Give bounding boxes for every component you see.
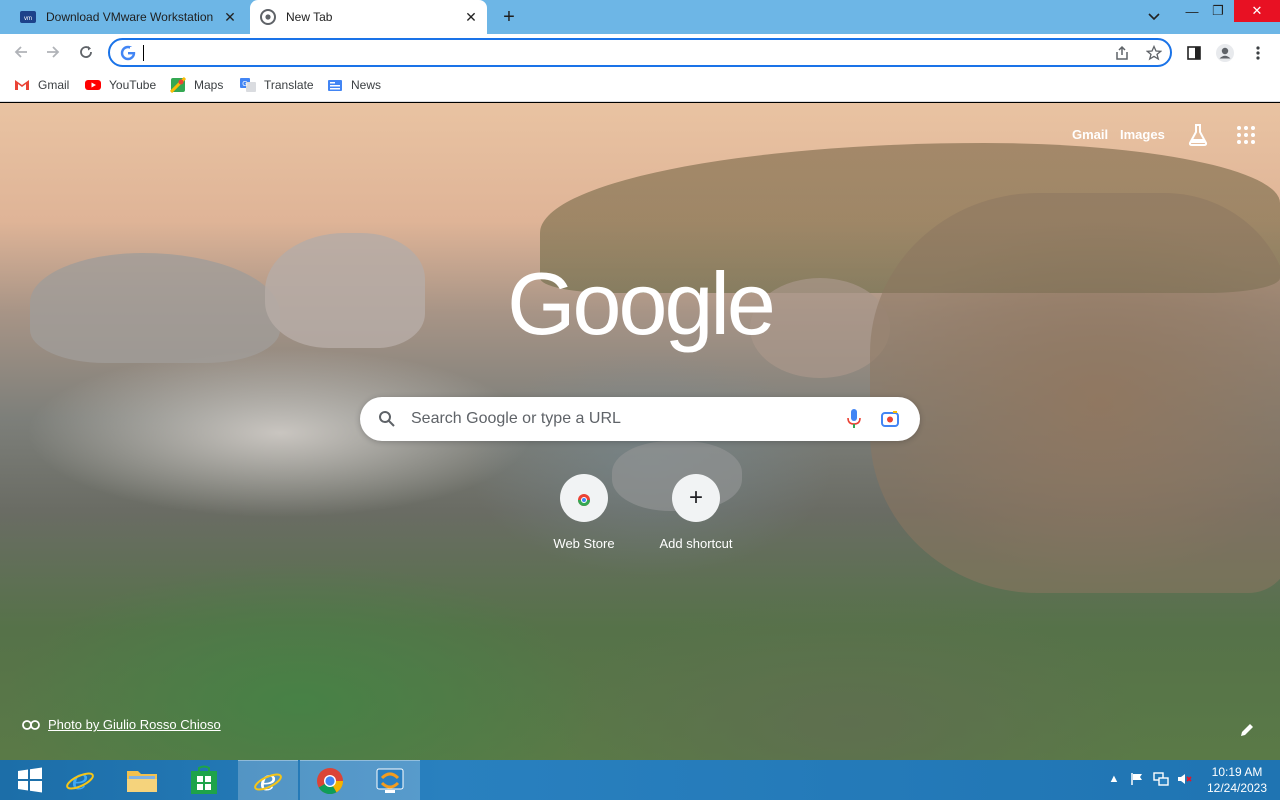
new-tab-button[interactable]: + — [498, 6, 520, 28]
show-hidden-icons-icon[interactable]: ▲ — [1105, 770, 1123, 788]
clock-time: 10:19 AM — [1211, 765, 1263, 779]
images-link[interactable]: Images — [1120, 127, 1165, 142]
customize-pencil-icon[interactable] — [1238, 721, 1256, 739]
tab-title: New Tab — [286, 10, 333, 24]
bookmark-news[interactable]: News — [327, 76, 381, 94]
google-logo: Google — [507, 254, 776, 353]
tab-new-tab[interactable]: New Tab ✕ — [250, 0, 487, 34]
close-window-button[interactable]: ✕ — [1234, 0, 1280, 22]
clock-date: 12/24/2023 — [1206, 781, 1268, 795]
file-explorer-icon[interactable] — [112, 760, 172, 800]
shortcut-label: Web Store — [553, 536, 615, 551]
labs-flask-icon[interactable] — [1186, 123, 1210, 147]
store-icon[interactable] — [174, 760, 234, 800]
omnibox-input[interactable] — [150, 43, 1050, 63]
search-placeholder: Search Google or type a URL — [411, 410, 621, 427]
share-icon[interactable] — [1112, 43, 1132, 63]
bookmark-label: Translate — [264, 78, 314, 92]
shortcut-web-store[interactable]: Web Store — [528, 474, 640, 551]
maps-icon — [170, 77, 186, 93]
svg-text:G: G — [242, 81, 247, 88]
plus-icon: + — [672, 474, 720, 522]
translate-icon: G — [240, 78, 256, 92]
vmware-favicon-icon: vm — [20, 11, 36, 23]
bookmark-label: News — [351, 78, 382, 92]
network-icon[interactable] — [1152, 770, 1170, 788]
gmail-icon — [15, 80, 29, 90]
news-icon — [328, 80, 342, 91]
text-caret — [143, 45, 144, 61]
windows-taskbar: e e ▲ — [0, 760, 1280, 800]
link-icon — [22, 719, 40, 730]
taskbar-clock[interactable]: 10:19 AM 12/24/2023 — [1204, 764, 1270, 796]
bookmark-label: YouTube — [109, 78, 157, 92]
ntp-search-box[interactable]: Search Google or type a URL — [360, 397, 920, 441]
shortcut-label: Add shortcut — [659, 536, 733, 551]
address-bar[interactable] — [108, 38, 1172, 67]
google-apps-icon[interactable] — [1236, 125, 1256, 145]
background-rock — [870, 193, 1280, 593]
internet-explorer-taskbar-icon[interactable]: e — [238, 760, 298, 800]
tab-vmware-download[interactable]: vm Download VMware Workstation ✕ — [10, 0, 246, 34]
background-rock — [265, 233, 425, 348]
google-g-icon — [120, 45, 136, 61]
action-center-flag-icon[interactable] — [1128, 770, 1146, 788]
svg-text:vm: vm — [24, 16, 32, 22]
chrome-web-store-icon — [560, 474, 608, 522]
bookmark-translate[interactable]: G Translate — [240, 76, 314, 94]
side-panel-icon[interactable] — [1184, 43, 1204, 63]
star-icon[interactable] — [1144, 43, 1164, 63]
profile-icon[interactable] — [1215, 43, 1235, 63]
youtube-icon — [85, 80, 101, 90]
bookmark-youtube[interactable]: YouTube — [85, 76, 156, 94]
restore-button[interactable]: ❐ — [1198, 0, 1238, 22]
tab-search-icon[interactable] — [1144, 8, 1164, 26]
gmail-link[interactable]: Gmail — [1072, 127, 1108, 142]
reload-icon[interactable] — [75, 41, 97, 63]
photo-credit-link[interactable]: Photo by Giulio Rosso Chioso — [22, 717, 221, 732]
tab-close-icon[interactable]: ✕ — [220, 7, 240, 27]
svg-text:e: e — [260, 766, 277, 796]
new-tab-page-background: Gmail Images Google Search Google or typ… — [0, 103, 1280, 760]
background-rock — [30, 253, 280, 363]
bookmark-maps[interactable]: Maps — [170, 76, 223, 94]
svg-text:e: e — [72, 765, 89, 795]
voice-search-icon[interactable] — [846, 408, 862, 430]
tab-title: Download VMware Workstation — [46, 10, 214, 24]
shortcut-add[interactable]: + Add shortcut — [640, 474, 752, 551]
search-icon — [379, 411, 395, 427]
tab-close-icon[interactable]: ✕ — [461, 7, 481, 27]
chrome-favicon-icon — [260, 9, 276, 25]
forward-icon[interactable] — [42, 41, 64, 63]
bookmark-label: Gmail — [38, 78, 70, 92]
back-icon[interactable] — [10, 41, 32, 63]
internet-explorer-icon[interactable]: e — [50, 760, 110, 800]
bookmark-gmail[interactable]: Gmail — [14, 76, 69, 94]
vmware-icon[interactable] — [360, 760, 420, 800]
volume-muted-icon[interactable] — [1176, 770, 1194, 788]
menu-icon[interactable] — [1248, 43, 1268, 63]
photo-credit-text: Photo by Giulio Rosso Chioso — [48, 717, 221, 732]
chrome-icon[interactable] — [300, 760, 360, 800]
bookmark-label: Maps — [194, 78, 224, 92]
google-lens-icon[interactable] — [880, 409, 900, 429]
